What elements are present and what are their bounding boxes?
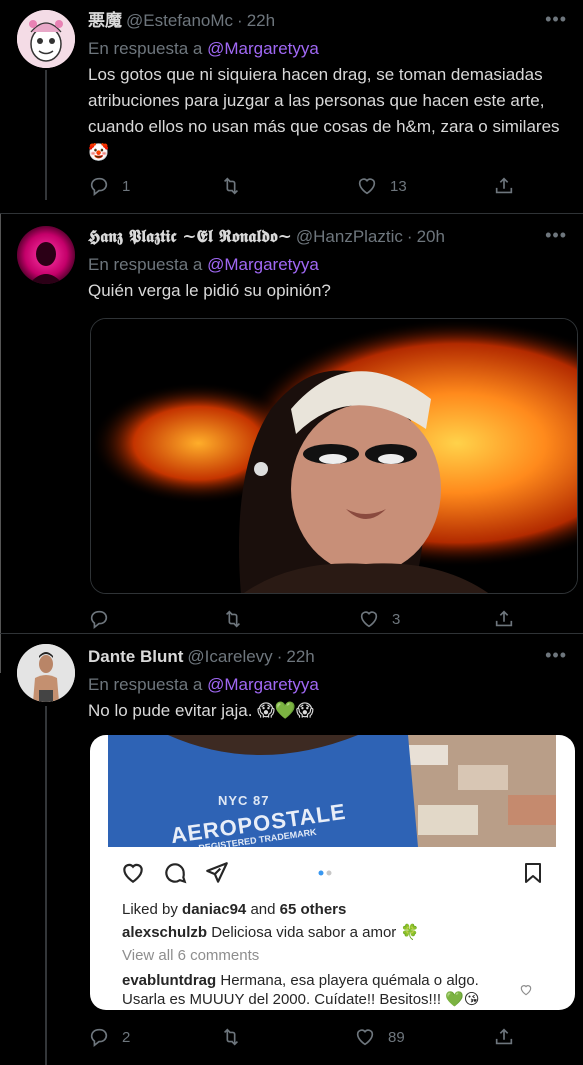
reply-mention[interactable]: @Margaretyya — [207, 39, 319, 58]
reply-icon — [90, 1028, 108, 1047]
separator-dot: · — [276, 647, 283, 666]
separator-dot: · — [237, 11, 243, 30]
like-button[interactable]: 3 — [358, 608, 400, 630]
display-name[interactable]: Dante Blunt — [88, 646, 183, 668]
reply-prefix: En respuesta a — [88, 675, 203, 694]
reply-context: En respuesta a @Margaretyya — [88, 38, 573, 60]
more-icon[interactable]: ••• — [545, 646, 567, 664]
share-button[interactable] — [493, 608, 515, 630]
instagram-photo: NYC 87 AEROPOSTALE REGISTERED TRADEMARK — [108, 735, 556, 847]
ig-carousel-dots — [318, 870, 332, 876]
ig-bookmark-icon[interactable] — [521, 860, 545, 886]
retweet-icon — [223, 1028, 239, 1046]
share-icon — [495, 610, 513, 627]
reply-button[interactable]: 2 — [88, 1026, 130, 1048]
reply-context: En respuesta a @Margaretyya — [88, 254, 573, 276]
retweet-button[interactable] — [220, 175, 254, 197]
instagram-action-bar — [120, 860, 545, 888]
shirt-text-nyc: NYC 87 — [218, 793, 270, 808]
thread-line — [45, 70, 47, 200]
ig-send-icon[interactable] — [204, 860, 230, 886]
share-button[interactable] — [493, 1026, 515, 1048]
avatar[interactable] — [17, 644, 75, 702]
drag-queen-fire-image — [91, 319, 577, 593]
user-handle[interactable]: @EstefanoMc — [126, 10, 233, 32]
like-icon — [356, 1029, 374, 1046]
tweet-text: No lo pude evitar jaja. 😱💚😱 — [88, 701, 314, 720]
reply-button[interactable]: 1 — [88, 175, 130, 197]
reply-icon — [90, 177, 108, 196]
reply-prefix: En respuesta a — [88, 39, 203, 58]
user-handle[interactable]: @HanzPlaztic — [296, 226, 403, 248]
user-handle[interactable]: @Icarelevy — [187, 646, 272, 668]
like-button[interactable]: 13 — [356, 175, 407, 197]
tweet-image[interactable] — [90, 318, 578, 594]
retweet-icon — [225, 610, 241, 628]
ig-comment-text: Deliciosa vida sabor a amor 🍀 — [211, 924, 420, 941]
reply-button[interactable] — [88, 608, 122, 630]
display-name[interactable]: 𝕳𝖆𝖓𝖟 𝕻𝖑𝖆𝖟𝖙𝖎𝖈 ~𝕰𝖑 𝕽𝖔𝖓𝖆𝖑𝖉𝖔~ — [88, 226, 292, 248]
more-icon[interactable]: ••• — [545, 226, 567, 244]
tweet-2[interactable]: 𝕳𝖆𝖓𝖟 𝕻𝖑𝖆𝖟𝖙𝖎𝖈 ~𝕰𝖑 𝕽𝖔𝖓𝖆𝖑𝖉𝖔~ @HanzPlaztic ·… — [0, 214, 583, 634]
ig-comment-icon[interactable] — [162, 860, 188, 886]
ig-view-all-comments[interactable]: View all 6 comments — [122, 946, 562, 965]
ig-liked-by-prefix: Liked by — [122, 901, 178, 918]
ig-liked-by-user[interactable]: daniac94 — [182, 901, 246, 918]
like-button[interactable]: 89 — [354, 1026, 405, 1048]
tweet-text: Quién verga le pidió su opinión? — [88, 281, 331, 300]
ig-liked-by-others[interactable]: 65 others — [280, 901, 347, 918]
instagram-screenshot-image[interactable]: NYC 87 AEROPOSTALE REGISTERED TRADEMARK … — [90, 735, 575, 1010]
display-name[interactable]: 悪魔 — [88, 10, 122, 32]
ig-comment-1: alexschulzb Deliciosa vida sabor a amor … — [122, 923, 562, 942]
timestamp[interactable]: 20h — [417, 226, 445, 248]
reply-count: 2 — [122, 1028, 131, 1046]
share-button[interactable] — [493, 175, 515, 197]
timestamp[interactable]: 22h — [247, 10, 275, 32]
retweet-icon — [223, 177, 239, 195]
like-count: 89 — [388, 1028, 405, 1046]
reply-context: En respuesta a @Margaretyya — [88, 674, 573, 696]
retweet-button[interactable] — [220, 1026, 254, 1048]
thread-line — [45, 706, 47, 1065]
reply-count: 1 — [122, 177, 131, 195]
like-count: 3 — [392, 610, 401, 628]
ig-comment-user[interactable]: alexschulzb — [122, 924, 207, 941]
ig-likes-line: Liked by daniac94 and 65 others — [122, 900, 562, 919]
avatar[interactable] — [17, 226, 75, 284]
retweet-button[interactable] — [222, 608, 256, 630]
reply-prefix: En respuesta a — [88, 255, 203, 274]
share-icon — [495, 177, 513, 194]
timestamp[interactable]: 22h — [286, 646, 314, 668]
reply-icon — [90, 610, 108, 629]
separator-dot: · — [406, 227, 413, 246]
like-icon — [358, 178, 376, 195]
share-icon — [495, 1028, 513, 1045]
ig-liked-by-and: and — [250, 901, 276, 918]
ig-heart-icon[interactable] — [120, 860, 146, 886]
tweet-text: Los gotos que ni siquiera hacen drag, se… — [88, 65, 560, 162]
reply-mention[interactable]: @Margaretyya — [207, 675, 319, 694]
like-icon — [360, 611, 378, 628]
like-count: 13 — [390, 177, 407, 195]
ig-comment-2: evabluntdrag Hermana, esa playera quémal… — [122, 971, 522, 1009]
more-icon[interactable]: ••• — [545, 10, 567, 28]
tweet-1[interactable]: 悪魔 @EstefanoMc · 22h ••• En respuesta a … — [0, 0, 583, 214]
reply-mention[interactable]: @Margaretyya — [207, 255, 319, 274]
ig-comment-user[interactable]: evabluntdrag — [122, 972, 216, 989]
avatar[interactable] — [17, 10, 75, 68]
ig-comment-like-icon[interactable] — [519, 983, 533, 997]
